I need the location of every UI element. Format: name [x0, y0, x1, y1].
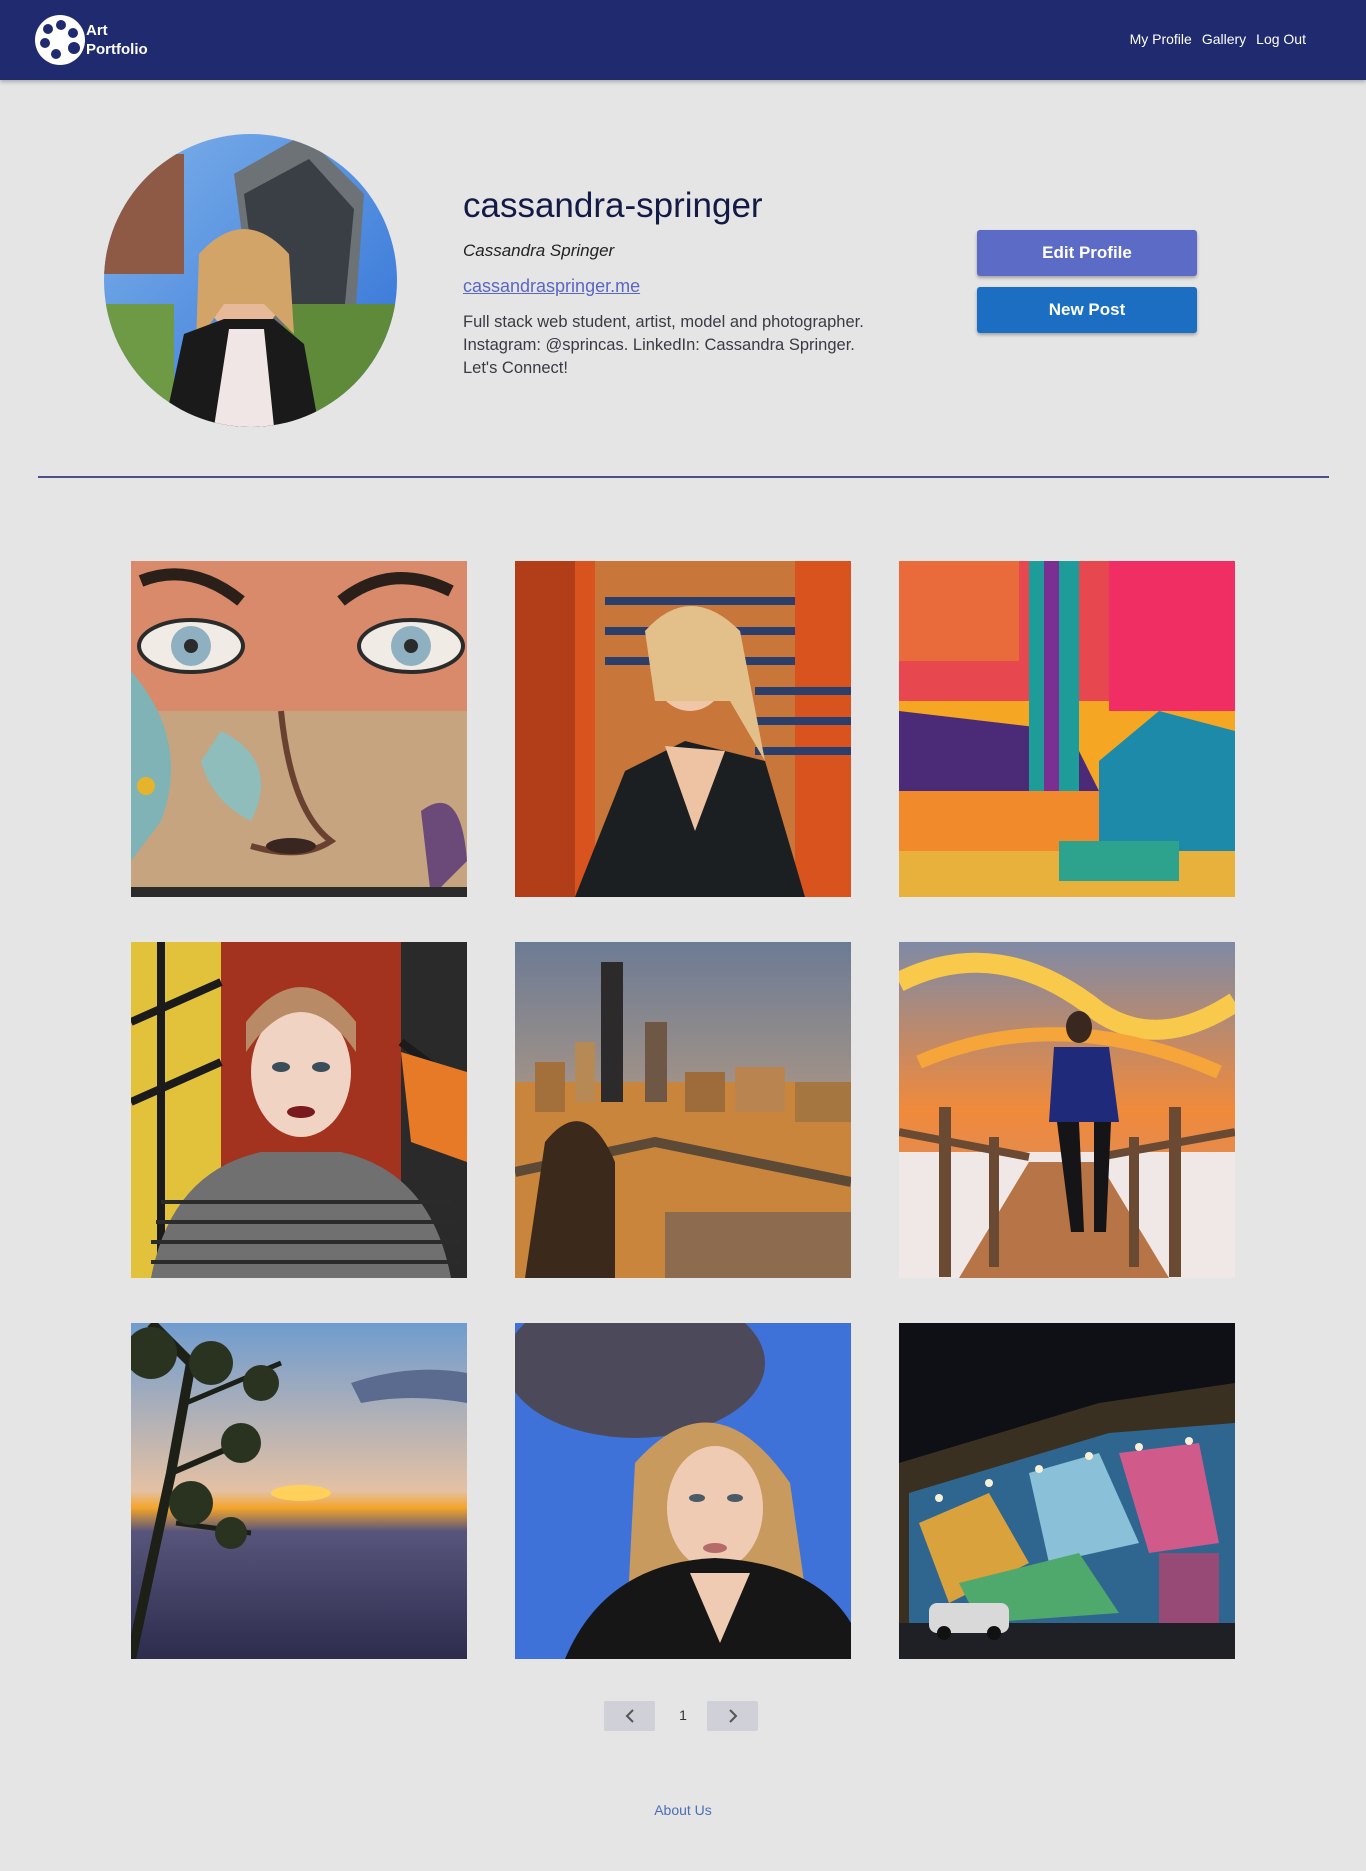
gallery-image-portrait-stained-glass[interactable] — [131, 942, 467, 1278]
nav-log-out[interactable]: Log Out — [1256, 31, 1306, 47]
gallery-image-boardwalk-sunset[interactable] — [899, 942, 1235, 1278]
gallery-image-city-skyline[interactable] — [515, 942, 851, 1278]
brand-line-2: Portfolio — [86, 41, 148, 58]
nav-links: My Profile Gallery Log Out — [1130, 31, 1306, 47]
gallery-image-portrait-egyptian[interactable] — [515, 561, 851, 897]
profile-full-name: Cassandra Springer — [463, 241, 615, 260]
chevron-right-icon — [728, 1709, 737, 1723]
about-us-link[interactable]: About Us — [654, 1802, 712, 1818]
profile-avatar — [104, 134, 397, 427]
gallery-image-abstract-painting[interactable] — [899, 561, 1235, 897]
profile-bio: Full stack web student, artist, model an… — [463, 313, 864, 377]
nav-my-profile[interactable]: My Profile — [1130, 31, 1192, 47]
nav-gallery[interactable]: Gallery — [1202, 31, 1246, 47]
gallery-image-mural-face[interactable] — [131, 561, 467, 897]
new-post-button[interactable]: New Post — [977, 287, 1197, 333]
section-divider — [38, 476, 1329, 478]
next-page-button[interactable] — [707, 1701, 758, 1731]
profile-website-link[interactable]: cassandraspringer.me — [463, 276, 640, 297]
edit-profile-button[interactable]: Edit Profile — [977, 230, 1197, 276]
profile-username: cassandra-springer — [463, 186, 763, 225]
gallery-image-canyon-sunset[interactable] — [131, 1323, 467, 1659]
navbar: Art Portfolio My Profile Gallery Log Out — [0, 0, 1366, 80]
footer: About Us — [0, 1802, 1366, 1818]
chevron-left-icon — [625, 1709, 634, 1723]
current-page-number: 1 — [679, 1707, 687, 1723]
brand-line-1: Art — [86, 22, 108, 39]
prev-page-button[interactable] — [604, 1701, 655, 1731]
palette-icon[interactable] — [34, 14, 86, 66]
gallery-image-portrait-blue-wall[interactable] — [515, 1323, 851, 1659]
brand-name[interactable]: Art Portfolio — [86, 21, 148, 59]
gallery-image-street-mural-night[interactable] — [899, 1323, 1235, 1659]
